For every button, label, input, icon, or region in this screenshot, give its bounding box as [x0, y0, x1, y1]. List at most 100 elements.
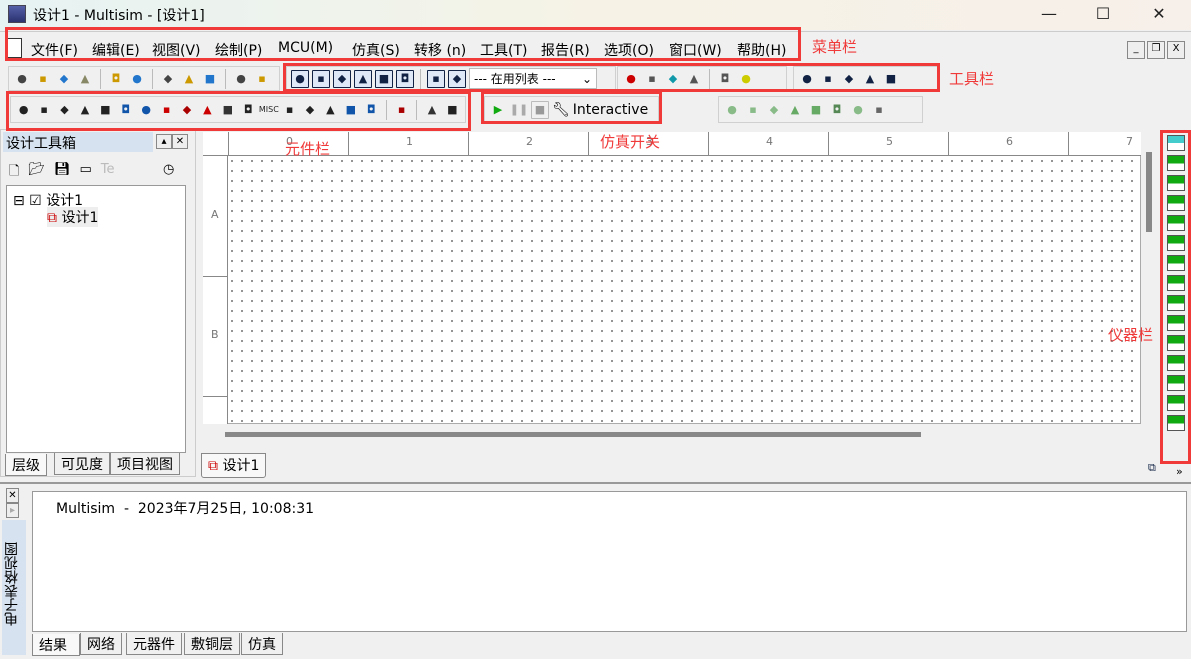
tab-nets[interactable]: 网络 — [80, 633, 122, 655]
menu-item[interactable]: 仿真(S) — [352, 40, 400, 60]
spreadsheet-close-button[interactable]: ✕ — [6, 488, 19, 503]
hierarchy-icon[interactable]: ◘ — [396, 69, 414, 88]
vertical-scrollbar[interactable] — [1141, 132, 1159, 424]
export-icon[interactable]: ▲ — [685, 70, 703, 88]
component-wizard-icon[interactable]: ◆ — [448, 69, 466, 88]
tab-results[interactable]: 结果 — [32, 634, 80, 656]
digital-probe-icon[interactable]: ● — [849, 101, 867, 119]
spectrum-analyzer-icon[interactable] — [1167, 375, 1185, 391]
analog-icon[interactable]: ■ — [97, 101, 114, 119]
print-icon[interactable]: ◘ — [107, 70, 125, 88]
cut-icon[interactable]: ◆ — [159, 70, 177, 88]
menu-item[interactable]: 视图(V) — [152, 40, 201, 60]
copy-icon[interactable]: ▲ — [180, 70, 198, 88]
menu-item[interactable]: 选项(O) — [604, 40, 654, 60]
panel-close-button[interactable]: ✕ — [172, 134, 188, 149]
menu-item[interactable]: 转移 (n) — [414, 40, 466, 60]
oscilloscope-icon[interactable] — [1167, 195, 1185, 211]
menu-item[interactable]: 帮助(H) — [737, 40, 786, 60]
menu-item[interactable]: MCU(M) — [278, 40, 333, 56]
advanced-peripherals-icon[interactable]: ◆ — [178, 101, 195, 119]
open-icon[interactable]: 📂︎ — [28, 162, 45, 184]
forward-icon[interactable]: ◆ — [664, 70, 682, 88]
text-icon[interactable]: Te — [101, 162, 115, 184]
iv-analyzer-icon[interactable] — [1167, 335, 1185, 351]
breadboard-icon[interactable]: ■ — [375, 69, 393, 88]
menu-item[interactable]: 编辑(E) — [92, 40, 140, 60]
doc-close-button[interactable]: X — [1167, 41, 1185, 59]
word-generator-icon[interactable] — [1167, 275, 1185, 291]
zoom-area-icon[interactable]: ◆ — [840, 70, 858, 88]
zoom-in-icon[interactable]: ● — [798, 70, 816, 88]
print-preview-icon[interactable]: ● — [128, 70, 146, 88]
probe-settings-icon[interactable]: ▪ — [870, 101, 888, 119]
zoom-fit-icon[interactable]: ▲ — [861, 70, 879, 88]
doc-restore-button[interactable]: ❐ — [1147, 41, 1165, 59]
design-toolbox-icon[interactable]: ● — [291, 69, 309, 88]
toggle-view-icon[interactable]: ⧉ — [1148, 461, 1156, 475]
minimize-button[interactable]: — — [1026, 2, 1072, 28]
hierarchical-block-icon[interactable]: ▲ — [423, 101, 440, 119]
cmos-icon[interactable]: ● — [137, 101, 154, 119]
undo-icon[interactable]: ● — [232, 70, 250, 88]
spreadsheet-expand-button[interactable]: ▸ — [6, 503, 19, 518]
menu-item[interactable]: 窗口(W) — [669, 40, 722, 60]
open-folder-icon[interactable]: ◆ — [55, 70, 73, 88]
tab-hierarchy[interactable]: 层级 — [5, 454, 47, 476]
save-icon[interactable]: 💾︎ — [54, 162, 71, 184]
close-button[interactable]: ✕ — [1136, 2, 1182, 28]
help-icon[interactable]: ● — [737, 70, 755, 88]
history-icon[interactable]: ◷ — [163, 162, 174, 177]
close-icon[interactable]: ▭ — [79, 162, 91, 184]
misc-digital-icon[interactable]: ▲ — [199, 101, 216, 119]
more-chevron-icon[interactable]: » — [1176, 465, 1183, 478]
panel-float-button[interactable]: ▴ — [156, 134, 172, 149]
4ch-oscilloscope-icon[interactable] — [1167, 215, 1185, 231]
doc-minimize-button[interactable]: _ — [1127, 41, 1145, 59]
pause-simulation-button[interactable]: ❚❚ — [510, 101, 528, 119]
diode-icon[interactable]: ◆ — [56, 101, 73, 119]
reference-probe-icon[interactable]: ◘ — [828, 101, 846, 119]
zoom-out-icon[interactable]: ▪ — [819, 70, 837, 88]
menu-item[interactable]: 工具(T) — [480, 40, 527, 60]
mcu-icon[interactable]: ▪ — [158, 101, 175, 119]
bode-plotter-icon[interactable] — [1167, 235, 1185, 251]
menu-item[interactable]: 报告(R) — [541, 40, 590, 60]
tree-child[interactable]: ⧉ 设计1 — [47, 207, 99, 227]
open-icon[interactable]: ▪ — [34, 70, 52, 88]
spreadsheet-icon[interactable]: ▪ — [312, 69, 330, 88]
differential-probe-icon[interactable]: ▲ — [786, 101, 804, 119]
ttl-icon[interactable]: ◘ — [117, 101, 134, 119]
menu-item[interactable]: 文件(F) — [31, 40, 78, 60]
full-screen-icon[interactable]: ■ — [882, 70, 900, 88]
voltage-probe-icon[interactable]: ● — [723, 101, 741, 119]
new-component-icon[interactable]: ▪ — [427, 69, 445, 88]
resistor-icon[interactable]: ▪ — [35, 101, 52, 119]
erc-icon[interactable]: ● — [622, 70, 640, 88]
power-probe-icon[interactable]: ◆ — [765, 101, 783, 119]
in-use-list-dropdown[interactable]: --- 在用列表 --- ⌄ — [469, 68, 597, 89]
distortion-analyzer-icon[interactable] — [1167, 355, 1185, 371]
schematic-canvas[interactable] — [203, 132, 1141, 424]
new-icon[interactable]: ● — [13, 70, 31, 88]
current-probe-icon[interactable]: ▪ — [744, 101, 762, 119]
run-simulation-button[interactable]: ▶ — [489, 101, 507, 119]
bus-icon[interactable]: ■ — [444, 101, 461, 119]
frequency-counter-icon[interactable] — [1167, 255, 1185, 271]
wattmeter-icon[interactable] — [1167, 175, 1185, 191]
ni-components-icon[interactable]: ■ — [342, 101, 359, 119]
logic-analyzer-icon[interactable] — [1167, 315, 1185, 331]
agilent-generator-icon[interactable] — [1167, 415, 1185, 431]
rf-icon[interactable]: ◆ — [301, 101, 318, 119]
connector-icon[interactable]: ◘ — [363, 101, 380, 119]
source-icon[interactable]: ● — [15, 101, 32, 119]
save-icon[interactable]: ▲ — [76, 70, 94, 88]
new-design-icon[interactable]: 🗋 — [9, 162, 19, 184]
simulation-mode-button[interactable]: Interactive — [573, 102, 648, 118]
mcu-module-icon[interactable]: ▪ — [393, 101, 410, 119]
multimeter-icon[interactable] — [1167, 135, 1185, 151]
horizontal-scrollbar[interactable] — [203, 424, 1141, 442]
search-icon[interactable]: ◘ — [716, 70, 734, 88]
indicator-icon[interactable]: ◘ — [239, 101, 256, 119]
ac-probe-icon[interactable]: ■ — [807, 101, 825, 119]
